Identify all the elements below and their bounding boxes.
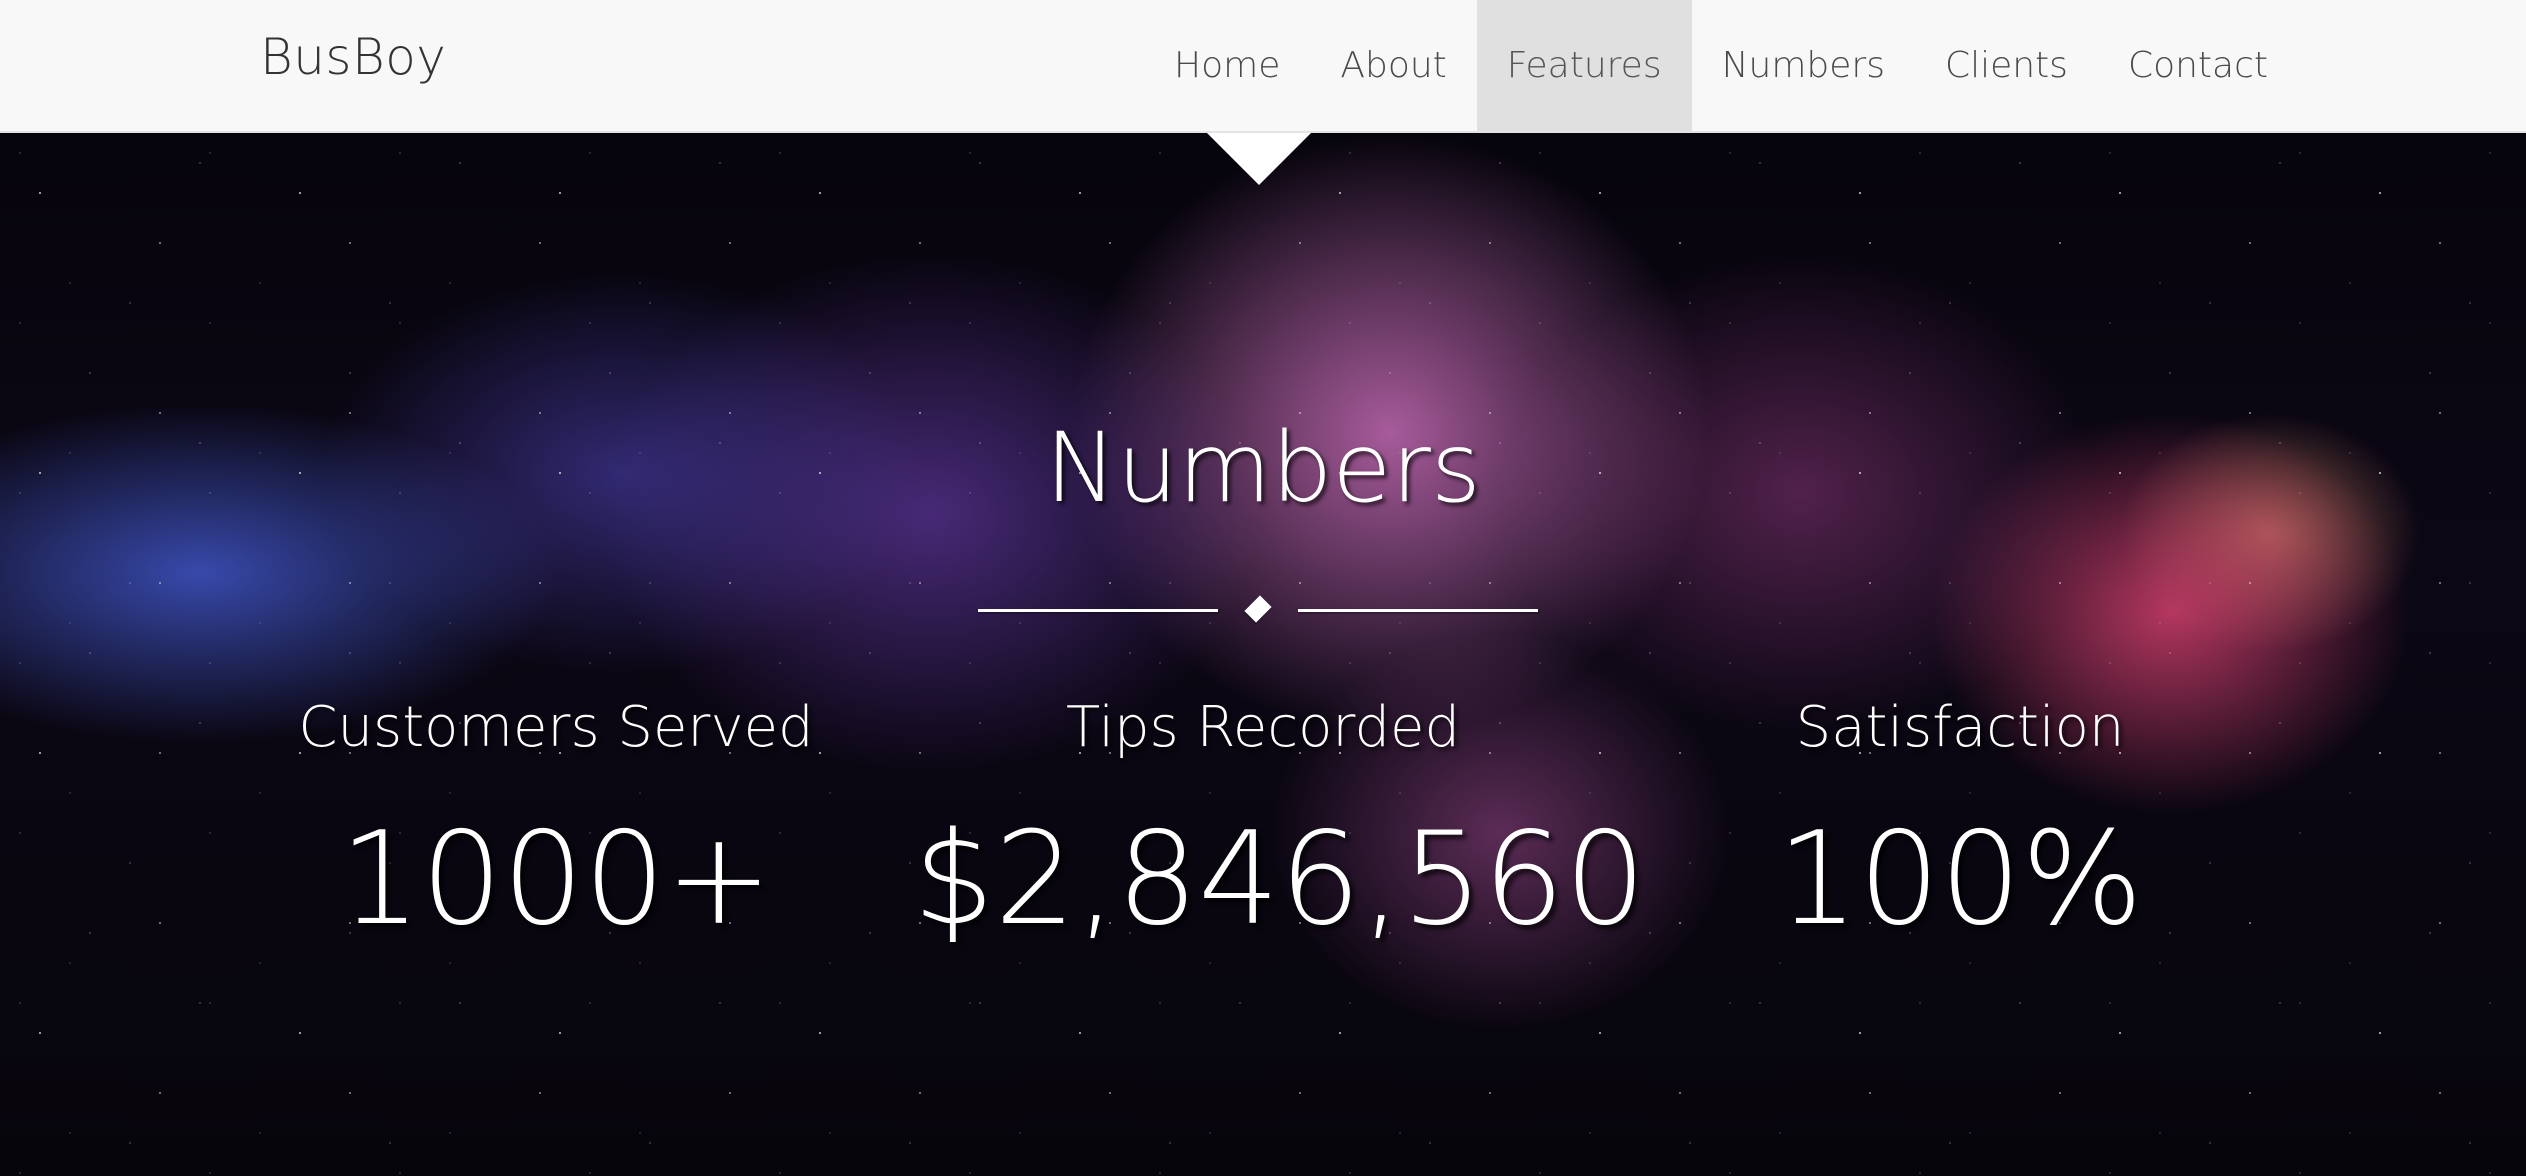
divider-line-right <box>1298 609 1538 612</box>
stat-value: 1000+ <box>339 805 773 954</box>
title-divider <box>978 590 1538 630</box>
stat-label: Tips Recorded <box>1065 695 1461 760</box>
stat-label: Customers Served <box>298 695 814 760</box>
main-nav: Home About Features Numbers Clients Cont… <box>1144 0 2526 131</box>
nav-item-about[interactable]: About <box>1310 0 1476 131</box>
stat-satisfaction: Satisfaction 100% <box>1610 693 2310 955</box>
navbar: BusBoy Home About Features Numbers Clien… <box>0 0 2526 133</box>
nav-item-numbers[interactable]: Numbers <box>1692 0 1915 131</box>
section-notch <box>1207 133 1311 185</box>
diamond-icon <box>1244 595 1272 623</box>
stat-value: 100% <box>1777 805 2143 954</box>
stat-tips-recorded: Tips Recorded $2,846,560 <box>913 693 1646 955</box>
stat-value: $2,846,560 <box>913 805 1646 954</box>
starfield-secondary <box>0 133 2526 1176</box>
numbers-section: Numbers Customers Served 1000+ Tips Reco… <box>0 133 2526 1176</box>
stat-customers-served: Customers Served 1000+ <box>206 693 906 955</box>
nav-item-contact[interactable]: Contact <box>2098 0 2298 131</box>
nav-item-clients[interactable]: Clients <box>1915 0 2098 131</box>
divider-line-left <box>978 609 1218 612</box>
stat-label: Satisfaction <box>1795 695 2125 760</box>
section-title: Numbers <box>1045 412 1481 524</box>
nav-item-features[interactable]: Features <box>1476 0 1692 131</box>
nav-item-home[interactable]: Home <box>1144 0 1310 131</box>
nav-spacer <box>2298 0 2526 131</box>
brand-logo[interactable]: BusBoy <box>260 22 446 92</box>
